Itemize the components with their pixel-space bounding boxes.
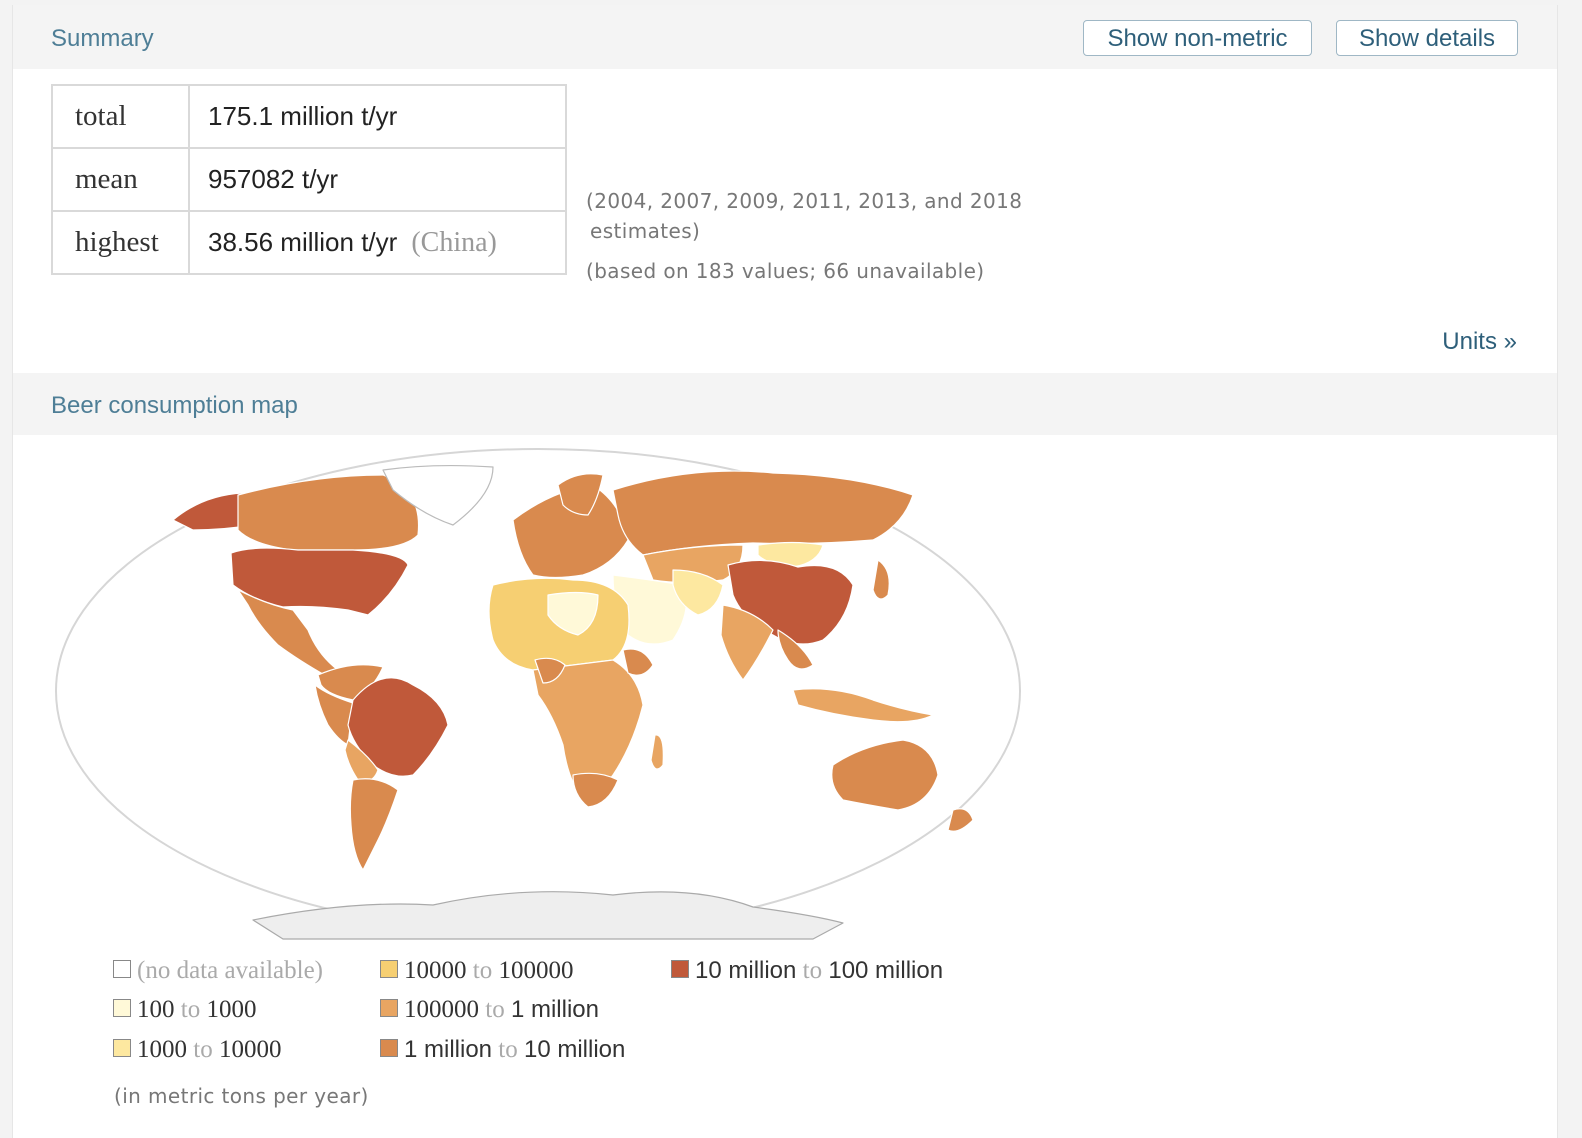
row-value: 175.1 million t/yr [188, 84, 567, 149]
legend-to: 1 million [510, 996, 599, 1023]
table-row: mean 957082 t/yr [51, 147, 567, 212]
estimates-note-line1: (2004, 2007, 2009, 2011, 2013, and 2018 [586, 189, 1023, 213]
legend-from: 100 [137, 996, 175, 1023]
row-key: mean [51, 147, 190, 212]
row-value: 957082 t/yr [188, 147, 567, 212]
summary-title: Summary [51, 25, 154, 52]
units-link[interactable]: Units » [1442, 328, 1517, 356]
show-non-metric-button[interactable]: Show non-metric [1083, 20, 1312, 56]
summary-pod-header: Summary Show non-metric Show details [13, 5, 1557, 69]
legend-to: 1000 [206, 996, 257, 1023]
legend-from: 10000 [404, 957, 467, 984]
summary-table: total 175.1 million t/yr mean 957082 t/y… [51, 84, 567, 275]
legend-swatch [380, 1039, 398, 1058]
legend-item: 100 to 1000 [113, 996, 256, 1024]
table-row: highest 38.56 million t/yr (China) [51, 210, 567, 275]
legend-to: 10 million [523, 1036, 626, 1063]
legend-swatch [380, 999, 398, 1018]
mean-value: 957082 t/yr [208, 164, 339, 194]
legend-to: 10000 [218, 1036, 282, 1063]
legend-from: 1000 [137, 1036, 187, 1063]
legend-to-word: to [485, 996, 505, 1023]
highest-value: 38.56 million t/yr [208, 226, 398, 257]
legend-item: 10 million to 100 million [671, 957, 943, 985]
legend-label: (no data available) [137, 957, 324, 984]
legend-item: 1000 to 10000 [113, 1036, 281, 1064]
results-card: Summary Show non-metric Show details tot… [12, 5, 1558, 1138]
values-note: (based on 183 values; 66 unavailable) [586, 259, 985, 283]
legend-swatch [671, 960, 689, 979]
row-value: 38.56 million t/yr (China) [188, 210, 567, 275]
legend-to-word: to [802, 957, 823, 984]
legend-to: 100000 [498, 957, 574, 984]
legend-to-word: to [193, 1036, 213, 1063]
legend-swatch [113, 1039, 131, 1058]
estimates-note-line2: estimates) [590, 219, 701, 243]
map-title: Beer consumption map [51, 392, 298, 419]
legend-from: 1 million [404, 1036, 493, 1063]
legend-swatch [380, 960, 398, 979]
total-value: 175.1 million t/yr [208, 101, 398, 131]
highest-country: (China) [411, 226, 497, 258]
table-row: total 175.1 million t/yr [51, 84, 567, 149]
unit-note: (in metric tons per year) [114, 1084, 369, 1108]
legend-to-word: to [498, 1036, 518, 1063]
legend-item: 1 million to 10 million [380, 1036, 625, 1064]
row-key: total [51, 84, 190, 149]
legend-item: 10000 to 100000 [380, 957, 573, 985]
row-key: highest [51, 210, 190, 275]
map-pod-header: Beer consumption map [13, 373, 1557, 435]
legend-item: (no data available) [113, 957, 323, 985]
estimates-note: (2004, 2007, 2009, 2011, 2013, and 2018 … [586, 186, 1022, 246]
show-details-button[interactable]: Show details [1336, 20, 1518, 56]
world-map [53, 445, 1023, 945]
legend-swatch [113, 960, 131, 979]
world-map-svg [55, 448, 1021, 940]
legend-swatch [113, 999, 131, 1018]
legend-from: 100000 [404, 996, 479, 1023]
legend-to-word: to [180, 996, 201, 1023]
legend-item: 100000 to 1 million [380, 996, 599, 1024]
legend-to-word: to [472, 957, 493, 984]
legend-from: 10 million [695, 957, 797, 984]
legend-to: 100 million [828, 957, 944, 984]
